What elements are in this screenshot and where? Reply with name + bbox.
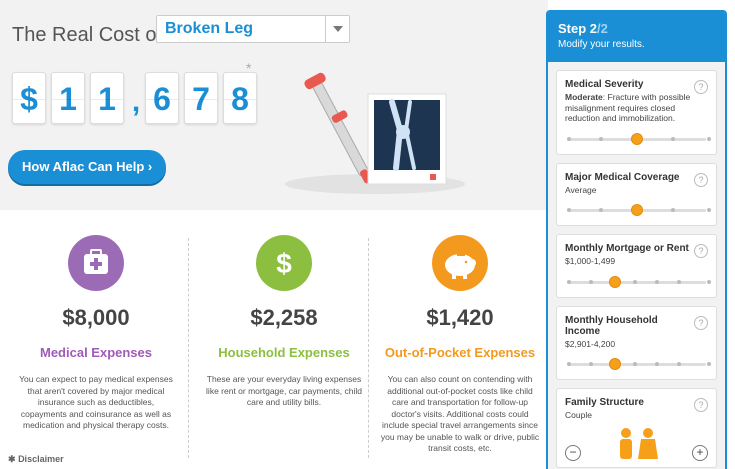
household-income-card: Monthly Household Income $2,901-4,200 ? [556,305,717,380]
monthly-mortgage-card: Monthly Mortgage or Rent $1,000-1,499 ? [556,234,717,298]
step-indicator: Step 2/2 [558,21,715,36]
household-expenses-amount: $2,258 [250,305,318,330]
condition-selected-value: Broken Leg [165,20,254,37]
footnote-asterisk: * [246,60,252,76]
medical-severity-value: Moderate: Fracture with possible misalig… [565,92,708,124]
income-value: $2,901-4,200 [565,338,616,349]
hero-section: The Real Cost of Broken Leg $ 1 1 , 6 7 … [0,0,548,210]
medical-expenses-description: You can expect to pay medical expenses t… [19,374,173,430]
cost-separator: , [131,85,141,118]
medical-expenses-column: $8,000 Medical Expenses You can expect t… [8,235,184,432]
column-divider [368,238,369,458]
out-of-pocket-description: You can also count on contending with ad… [380,374,540,453]
help-icon[interactable]: ? [694,244,708,258]
out-of-pocket-label: Out-of-Pocket Expenses [384,345,536,360]
how-aflac-can-help-button[interactable]: How Aflac Can Help › [8,150,166,184]
increase-family-button[interactable]: + [692,444,708,461]
xray-image-icon [367,93,447,185]
step-total: /2 [597,21,608,36]
broken-leg-illustration [285,72,465,194]
medical-severity-title: Medical Severity [565,79,644,90]
cost-digit: 8 [223,72,257,124]
chevron-down-icon[interactable] [325,16,349,42]
total-cost-display: $ 1 1 , 6 7 8 [12,72,262,124]
couple-icon [619,427,658,459]
panel-subtitle: Modify your results. [558,39,645,50]
slider-handle[interactable] [609,275,621,288]
slider-handle[interactable] [609,358,621,370]
slider-handle[interactable] [631,132,643,145]
slider-handle[interactable] [631,204,643,216]
condition-dropdown[interactable]: Broken Leg [156,15,350,43]
help-icon[interactable]: ? [694,398,708,412]
svg-text:$: $ [276,248,292,279]
help-icon[interactable]: ? [694,172,708,187]
income-title: Monthly Household Income [565,314,658,337]
column-divider [188,238,189,458]
mortgage-title: Monthly Mortgage or Rent [565,243,689,254]
family-structure-card: Family Structure Couple ? − + [556,388,717,468]
page-title: The Real Cost of [12,24,163,46]
cost-digit: 1 [90,72,124,124]
cost-digit: 6 [145,72,179,124]
medical-kit-icon [68,235,124,291]
coverage-slider[interactable] [565,203,711,217]
help-icon[interactable]: ? [694,315,708,330]
decrease-family-button[interactable]: − [565,444,581,461]
household-expenses-column: $ $2,258 Household Expenses These are yo… [196,235,372,409]
medical-severity-slider[interactable] [565,132,711,146]
disclaimer-label: Disclaimer [18,454,64,464]
cost-digit: $ [12,72,46,124]
cost-digit: 1 [51,72,85,124]
panel-header: Step 2/2 Modify your results. [548,12,725,62]
family-title: Family Structure [565,397,644,408]
medical-expenses-amount: $8,000 [62,305,130,330]
out-of-pocket-column: $1,420 Out-of-Pocket Expenses You can al… [372,235,548,455]
step-current: Step 2 [558,21,598,36]
mortgage-slider[interactable] [565,275,711,289]
household-expenses-description: These are your everyday living expenses … [206,374,362,407]
major-medical-coverage-card: Major Medical Coverage Average ? [556,162,717,226]
income-slider[interactable] [565,357,711,371]
severity-level: Moderate [565,92,603,102]
medical-severity-card: Medical Severity Moderate: Fracture with… [556,70,717,155]
family-value: Couple [565,410,592,420]
help-icon[interactable]: ? [694,80,708,94]
piggy-bank-icon [432,235,488,291]
out-of-pocket-amount: $1,420 [426,305,494,330]
coverage-value: Average [565,184,597,195]
modify-results-panel: Step 2/2 Modify your results. Medical Se… [546,10,727,469]
mortgage-value: $1,000-1,499 [565,256,616,266]
asterisk-icon: ✱ [8,454,16,464]
family-figures: − + [565,427,708,461]
cost-calculator-page: The Real Cost of Broken Leg $ 1 1 , 6 7 … [0,0,735,469]
dollar-sign-icon: $ [256,235,312,291]
coverage-title: Major Medical Coverage [565,171,680,183]
medical-expenses-label: Medical Expenses [40,345,152,360]
disclaimer-link[interactable]: ✱ Disclaimer [8,454,64,465]
household-expenses-label: Household Expenses [218,345,350,360]
cost-digit: 7 [184,72,218,124]
